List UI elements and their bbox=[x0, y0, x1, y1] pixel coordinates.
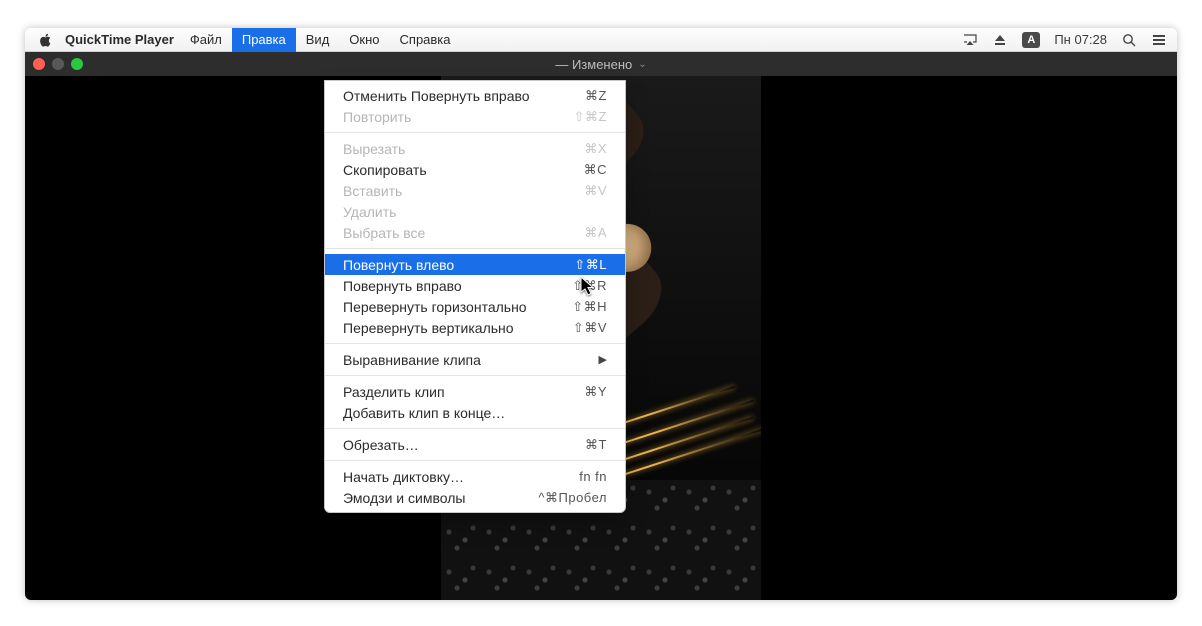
menu-item-label: Разделить клип bbox=[343, 384, 445, 400]
menu-item-label: Эмодзи и символы bbox=[343, 490, 465, 506]
menubar-right: А Пн 07:28 bbox=[962, 32, 1167, 48]
menu-item-shortcut: ⇧⌘Z bbox=[574, 109, 607, 125]
airplay-icon[interactable] bbox=[962, 32, 978, 48]
menu-item-label: Выбрать все bbox=[343, 225, 425, 241]
menu-item-label: Обрезать… bbox=[343, 437, 419, 453]
menu-item[interactable]: Разделить клип ⌘Y bbox=[325, 381, 625, 402]
control-center-icon[interactable] bbox=[1151, 32, 1167, 48]
menu-item[interactable]: Обрезать… ⌘T bbox=[325, 434, 625, 455]
menu-item-shortcut: ⌘Z bbox=[585, 88, 607, 104]
menu-file[interactable]: Файл bbox=[180, 28, 232, 52]
menu-item-shortcut: ⌘V bbox=[584, 183, 607, 199]
menu-item-label: Перевернуть горизонтально bbox=[343, 299, 527, 315]
submenu-arrow-icon: ▶ bbox=[599, 353, 607, 366]
menu-item-label: Начать диктовку… bbox=[343, 469, 464, 485]
menu-item-shortcut: fn fn bbox=[579, 469, 607, 484]
app-name[interactable]: QuickTime Player bbox=[65, 32, 174, 47]
menu-item-label: Повторить bbox=[343, 109, 411, 125]
menu-edit[interactable]: Правка bbox=[232, 28, 296, 52]
menu-item[interactable]: Повернуть вправо ⇧⌘R bbox=[325, 275, 625, 296]
menu-help[interactable]: Справка bbox=[390, 28, 461, 52]
menu-item: Выбрать все ⌘A bbox=[325, 222, 625, 243]
input-source-indicator[interactable]: А bbox=[1022, 32, 1040, 48]
menu-item-shortcut: ⇧⌘R bbox=[572, 278, 607, 294]
menu-item-shortcut: ^⌘Пробел bbox=[538, 490, 607, 506]
menu-separator bbox=[325, 375, 625, 376]
apple-logo-icon[interactable] bbox=[39, 33, 53, 47]
menubar: QuickTime Player Файл Правка Вид Окно Сп… bbox=[25, 28, 1177, 52]
menu-item[interactable]: Повернуть влево ⇧⌘L bbox=[325, 254, 625, 275]
spotlight-icon[interactable] bbox=[1121, 32, 1137, 48]
menu-item-shortcut: ⌘Y bbox=[584, 384, 607, 400]
menu-separator bbox=[325, 460, 625, 461]
menu-item[interactable]: Перевернуть вертикально ⇧⌘V bbox=[325, 317, 625, 338]
menu-item-label: Скопировать bbox=[343, 162, 427, 178]
edit-menu-dropdown: Отменить Повернуть вправо ⌘Z Повторить ⇧⌘Z В… bbox=[324, 80, 626, 513]
window-zoom-button[interactable] bbox=[71, 58, 83, 70]
menu-item[interactable]: Выравнивание клипа ▶ bbox=[325, 349, 625, 370]
menu-item-label: Повернуть влево bbox=[343, 257, 454, 273]
menu-item-label: Выравнивание клипа bbox=[343, 352, 481, 368]
menu-item: Удалить bbox=[325, 201, 625, 222]
window-title[interactable]: — Изменено ⌄ bbox=[555, 57, 646, 72]
menu-window[interactable]: Окно bbox=[339, 28, 389, 52]
menu-item-label: Повернуть вправо bbox=[343, 278, 462, 294]
menu-item[interactable]: Скопировать ⌘C bbox=[325, 159, 625, 180]
menu-item: Вырезать ⌘X bbox=[325, 138, 625, 159]
menu-item[interactable]: Эмодзи и символы ^⌘Пробел bbox=[325, 487, 625, 508]
clock[interactable]: Пн 07:28 bbox=[1054, 32, 1107, 47]
menu-item[interactable]: Отменить Повернуть вправо ⌘Z bbox=[325, 85, 625, 106]
menu-item-label: Вставить bbox=[343, 183, 402, 199]
window-titlebar: — Изменено ⌄ bbox=[25, 52, 1177, 76]
menu-item-label: Удалить bbox=[343, 204, 396, 220]
eject-icon[interactable] bbox=[992, 32, 1008, 48]
menu-separator bbox=[325, 343, 625, 344]
menu-item-shortcut: ⌘A bbox=[584, 225, 607, 241]
menu-separator bbox=[325, 428, 625, 429]
macos-screen: QuickTime Player Файл Правка Вид Окно Сп… bbox=[25, 28, 1177, 600]
menu-item-label: Перевернуть вертикально bbox=[343, 320, 514, 336]
menu-item-shortcut: ⇧⌘L bbox=[574, 257, 607, 273]
menu-separator bbox=[325, 132, 625, 133]
menu-item: Повторить ⇧⌘Z bbox=[325, 106, 625, 127]
menu-item[interactable]: Начать диктовку… fn fn bbox=[325, 466, 625, 487]
menu-item-label: Добавить клип в конце… bbox=[343, 405, 505, 421]
menu-item-label: Отменить Повернуть вправо bbox=[343, 88, 530, 104]
menu-item-shortcut: ⇧⌘H bbox=[572, 299, 607, 315]
menu-item-shortcut: ⌘C bbox=[584, 162, 607, 178]
menu-item-shortcut: ⇧⌘V bbox=[573, 320, 607, 336]
window-minimize-button[interactable] bbox=[52, 58, 64, 70]
window-close-button[interactable] bbox=[33, 58, 45, 70]
menu-item-shortcut: ⌘T bbox=[585, 437, 607, 453]
chevron-down-icon: ⌄ bbox=[638, 59, 646, 70]
window-title-text: — Изменено bbox=[555, 57, 632, 72]
menu-item[interactable]: Перевернуть горизонтально ⇧⌘H bbox=[325, 296, 625, 317]
menu-separator bbox=[325, 248, 625, 249]
menu-view[interactable]: Вид bbox=[296, 28, 340, 52]
menu-item-shortcut: ⌘X bbox=[584, 141, 607, 157]
menu-item: Вставить ⌘V bbox=[325, 180, 625, 201]
menu-item-label: Вырезать bbox=[343, 141, 405, 157]
menu-item[interactable]: Добавить клип в конце… bbox=[325, 402, 625, 423]
